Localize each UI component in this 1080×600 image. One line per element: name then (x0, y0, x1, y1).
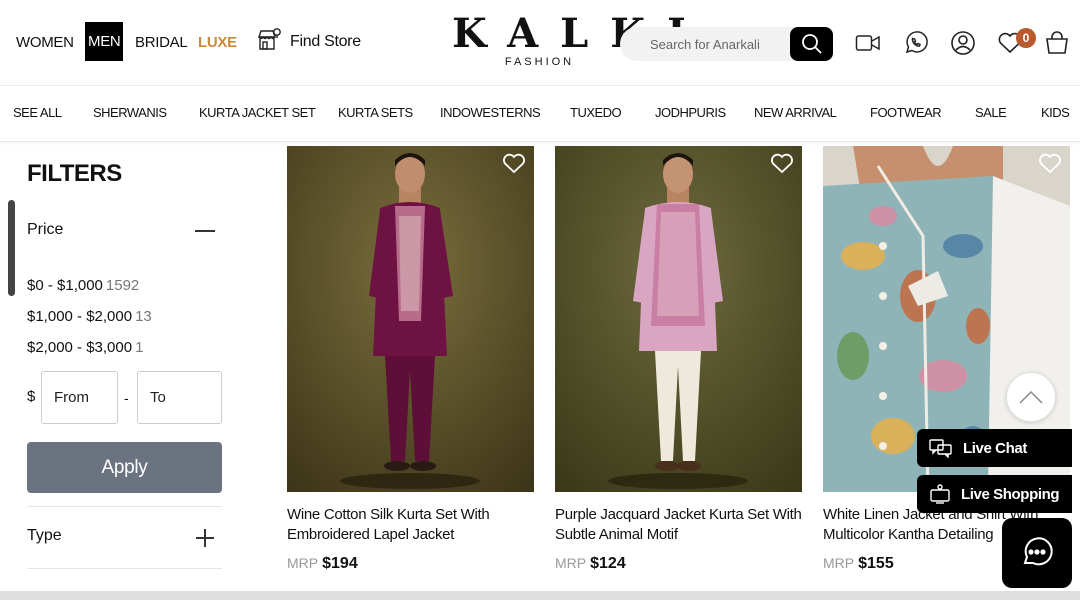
account-icon[interactable] (950, 30, 976, 56)
product-price: MRP $124 (555, 555, 626, 573)
nav-kurta-sets[interactable]: KURTA SETS (338, 105, 413, 120)
price-from-field (41, 371, 118, 424)
search-icon (801, 34, 822, 54)
chat-bubbles-icon (929, 439, 952, 458)
filters-title: FILTERS (27, 160, 122, 187)
divider (27, 568, 222, 569)
product-image[interactable] (287, 146, 534, 492)
price-to-input[interactable] (138, 372, 221, 423)
live-shopping-button[interactable]: Live Shopping (917, 475, 1072, 513)
nav-see-all[interactable]: SEE ALL (13, 105, 62, 120)
nav-kurta-jacket-set[interactable]: KURTA JACKET SET (199, 105, 316, 120)
video-call-icon[interactable] (855, 30, 881, 56)
cart-icon[interactable] (1044, 30, 1070, 56)
logo-wordmark: KALKI (452, 10, 708, 57)
range-count: 1592 (105, 277, 140, 294)
price-to-field (137, 371, 222, 424)
chevron-up-icon (1019, 390, 1043, 404)
collapse-icon[interactable] (195, 230, 215, 232)
chat-icon (1023, 537, 1053, 566)
range-label: $1,000 - $2,000 (27, 308, 133, 325)
filters-panel: FILTERS Price $0 - $1,000 1592 $1,000 - $… (0, 142, 260, 600)
live-chat-label: Live Chat (963, 439, 1027, 457)
range-count: 13 (135, 308, 152, 325)
nav-sherwanis[interactable]: SHERWANIS (93, 105, 167, 120)
apply-button[interactable]: Apply (27, 442, 222, 493)
store-icon (256, 26, 282, 57)
nav-jodhpuris[interactable]: JODHPURIS (655, 105, 726, 120)
price-range-option[interactable]: $0 - $1,000 1592 (27, 277, 139, 294)
price-range-option[interactable]: $1,000 - $2,000 13 (27, 308, 152, 325)
find-store-label: Find Store (290, 32, 361, 50)
filter-scrollbar[interactable] (8, 200, 15, 296)
range-label: $2,000 - $3,000 (27, 339, 133, 356)
nav-new-arrival[interactable]: NEW ARRIVAL (754, 105, 837, 120)
cart-count-badge: 0 (1016, 28, 1036, 48)
search-bar (620, 27, 833, 61)
product-price: MRP $194 (287, 555, 358, 573)
whatsapp-icon[interactable] (903, 30, 929, 56)
tab-luxe[interactable]: LUXE (198, 22, 237, 62)
nav-kids[interactable]: KIDS (1041, 105, 1070, 120)
wishlist-heart-icon[interactable] (502, 152, 526, 174)
wishlist-heart-icon[interactable] (770, 152, 794, 174)
category-nav: SEE ALL SHERWANIS KURTA JACKET SET KURTA… (0, 86, 1080, 142)
chat-support-button[interactable] (1002, 518, 1072, 588)
tab-women[interactable]: WOMEN (16, 22, 74, 62)
scroll-to-top-button[interactable] (1006, 372, 1056, 422)
product-name[interactable]: Purple Jacquard Jacket Kurta Set With Su… (555, 505, 802, 544)
type-filter-toggle[interactable]: Type (27, 527, 62, 545)
nav-indowesterns[interactable]: INDOWESTERNS (440, 105, 541, 120)
search-input[interactable] (620, 27, 790, 61)
find-store-link[interactable]: Find Store (256, 26, 361, 57)
price-filter-toggle[interactable]: Price (27, 221, 63, 239)
price-value: $194 (322, 555, 358, 572)
range-count: 1 (135, 339, 144, 356)
site-header: WOMEN MEN BRIDAL LUXE Find Store KALKI F… (0, 0, 1080, 86)
browser-status-bar (0, 591, 1080, 600)
kalki-logo[interactable]: KALKI FASHION (452, 10, 708, 69)
price-value: $155 (858, 555, 894, 572)
search-button[interactable] (790, 27, 833, 61)
mrp-label: MRP (555, 555, 587, 571)
price-value: $124 (590, 555, 626, 572)
mrp-label: MRP (287, 555, 319, 571)
currency-symbol: $ (27, 388, 36, 405)
product-image[interactable] (555, 146, 802, 492)
price-from-input[interactable] (42, 372, 117, 423)
wishlist-heart-icon[interactable] (1038, 152, 1062, 174)
logo-subtitle: FASHION (504, 56, 575, 68)
nav-footwear[interactable]: FOOTWEAR (870, 105, 942, 120)
range-separator: - (124, 390, 129, 406)
nav-sale[interactable]: SALE (975, 105, 1007, 120)
live-chat-button[interactable]: Live Chat (917, 429, 1072, 467)
price-range-option[interactable]: $2,000 - $3,000 1 (27, 339, 143, 356)
divider (27, 506, 222, 507)
product-name[interactable]: Wine Cotton Silk Kurta Set With Embroide… (287, 505, 534, 544)
live-shopping-label: Live Shopping (961, 485, 1060, 503)
tab-bridal[interactable]: BRIDAL (135, 22, 188, 62)
tab-men[interactable]: MEN (85, 22, 124, 61)
nav-tuxedo[interactable]: TUXEDO (570, 105, 622, 120)
mrp-label: MRP (823, 555, 855, 571)
range-label: $0 - $1,000 (27, 277, 103, 294)
live-stream-icon (930, 484, 950, 504)
expand-icon[interactable] (204, 529, 206, 547)
product-price: MRP $155 (823, 555, 894, 573)
